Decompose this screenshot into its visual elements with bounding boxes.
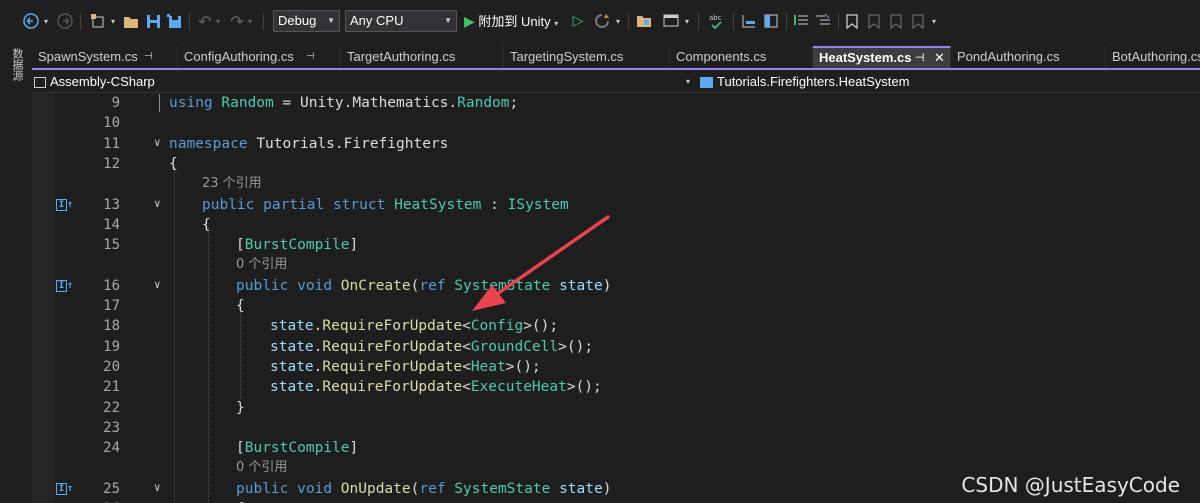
navigate-back-dropdown-icon[interactable]: ▾ — [41, 9, 51, 33]
toggle-panel-icon[interactable] — [761, 9, 781, 33]
toolbar-separator — [628, 13, 629, 30]
uncomment-lines-icon[interactable] — [813, 9, 833, 33]
toolbar-separator — [80, 13, 81, 30]
struct-icon — [700, 77, 713, 89]
undo-icon[interactable]: ↶ — [196, 9, 214, 33]
start-without-debugging-icon[interactable]: ▷ — [570, 9, 586, 33]
previous-bookmark-icon[interactable] — [865, 9, 883, 33]
watermark: CSDN @JustEasyCode — [961, 473, 1180, 497]
tab-targetingsystem[interactable]: TargetingSystem.cs — [504, 46, 670, 68]
play-icon: ▶ — [464, 13, 475, 29]
tab-targetauthoring[interactable]: TargetAuthoring.cs — [341, 46, 504, 68]
project-icon — [34, 77, 46, 89]
navigate-forward-icon[interactable] — [56, 9, 74, 33]
pin-icon[interactable]: ⊣ — [144, 46, 153, 68]
solution-explorer-icon[interactable] — [634, 9, 654, 33]
comment-lines-icon[interactable] — [791, 9, 811, 33]
svg-text:abc: abc — [709, 14, 722, 22]
solution-platform-select[interactable]: Any CPU ▼ — [345, 10, 457, 32]
tab-heatsystem[interactable]: HeatSystem.cs ⊣ ✕ — [813, 46, 951, 68]
chevron-down-icon: ▾ — [554, 19, 559, 28]
redo-dropdown-icon[interactable]: ▾ — [245, 9, 255, 33]
toolbar-separator — [189, 13, 190, 30]
annotation-arrow-icon — [472, 215, 610, 311]
save-icon[interactable] — [144, 9, 162, 33]
toolbar-separator — [786, 13, 787, 30]
clear-bookmarks-icon[interactable] — [909, 9, 927, 33]
tab-label: TargetingSystem.cs — [510, 49, 624, 64]
tab-components[interactable]: Components.cs — [670, 46, 813, 68]
main-toolbar: ▾ ▾ ↶ ▾ ↷ ▾ Debug ▼ Any CPU ▼ ▶ 附加到 Unit… — [0, 0, 1200, 44]
tab-label: Components.cs — [676, 49, 767, 64]
navigation-bar: Assembly-CSharp ▾ Tutorials.Firefighters… — [32, 71, 1200, 93]
undo-dropdown-icon[interactable]: ▾ — [213, 9, 223, 33]
attach-to-unity-button[interactable]: ▶ 附加到 Unity ▾ — [464, 10, 564, 32]
bookmark-dropdown-icon[interactable]: ▾ — [929, 9, 939, 33]
new-dropdown-icon[interactable]: ▾ — [108, 9, 118, 33]
hot-reload-icon[interactable] — [592, 9, 612, 33]
tab-label: PondAuthoring.cs — [957, 49, 1060, 64]
open-folder-icon[interactable] — [121, 9, 141, 33]
chevron-down-icon: ▾ — [686, 77, 691, 86]
toolbar-separator — [263, 13, 264, 30]
solution-platform-value: Any CPU — [350, 13, 404, 28]
tab-configauthoring[interactable]: ConfigAuthoring.cs ⊣ — [178, 46, 341, 68]
left-tool-rail: 数据源 — [0, 44, 32, 503]
solution-configuration-select[interactable]: Debug ▼ — [273, 10, 340, 32]
next-bookmark-icon[interactable] — [887, 9, 905, 33]
project-select[interactable]: Assembly-CSharp ▾ — [34, 72, 694, 92]
bookmark-icon[interactable] — [843, 9, 861, 33]
type-select-value: Tutorials.Firefighters.HeatSystem — [717, 74, 910, 89]
toolbar-separator — [698, 13, 699, 30]
navigate-back-icon[interactable] — [22, 9, 40, 33]
toolbar-separator — [733, 13, 734, 30]
pin-icon[interactable]: ⊣ — [915, 48, 925, 68]
tab-label: SpawnSystem.cs — [38, 49, 138, 64]
chevron-down-icon: ▼ — [444, 16, 452, 25]
close-icon[interactable]: ✕ — [934, 48, 945, 68]
toolbar-separator — [838, 13, 839, 30]
data-sources-tab[interactable]: 数据源 — [9, 48, 25, 81]
tab-botauthoring[interactable]: BotAuthoring.cs — [1106, 46, 1200, 68]
tab-spawnsystem[interactable]: SpawnSystem.cs ⊣ — [32, 46, 178, 68]
window-layout-icon[interactable] — [660, 9, 682, 33]
tab-label: HeatSystem.cs — [819, 50, 912, 65]
project-select-value: Assembly-CSharp — [50, 74, 155, 89]
tab-label: TargetAuthoring.cs — [347, 49, 456, 64]
pin-icon[interactable]: ⊣ — [306, 46, 315, 68]
format-document-icon[interactable] — [738, 9, 760, 33]
code-editor[interactable]: 9 using Random = Unity.Mathematics.Rando… — [32, 93, 1200, 503]
type-select[interactable]: Tutorials.Firefighters.HeatSystem — [700, 72, 1200, 92]
layout-dropdown-icon[interactable]: ▾ — [682, 9, 692, 33]
tab-pondauthoring[interactable]: PondAuthoring.cs — [951, 46, 1106, 68]
chevron-down-icon: ▼ — [327, 16, 335, 25]
attach-to-unity-label: 附加到 Unity — [478, 14, 551, 29]
redo-icon[interactable]: ↷ — [228, 9, 246, 33]
document-tab-strip: SpawnSystem.cs ⊣ ConfigAuthoring.cs ⊣ Ta… — [32, 46, 1200, 70]
hot-reload-dropdown-icon[interactable]: ▾ — [613, 9, 623, 33]
tab-label: BotAuthoring.cs — [1112, 49, 1200, 64]
save-all-icon[interactable] — [165, 9, 183, 33]
solution-configuration-value: Debug — [278, 13, 317, 28]
spell-check-icon[interactable]: abc — [706, 9, 728, 33]
tab-label: ConfigAuthoring.cs — [184, 49, 294, 64]
new-project-icon[interactable] — [88, 9, 108, 33]
